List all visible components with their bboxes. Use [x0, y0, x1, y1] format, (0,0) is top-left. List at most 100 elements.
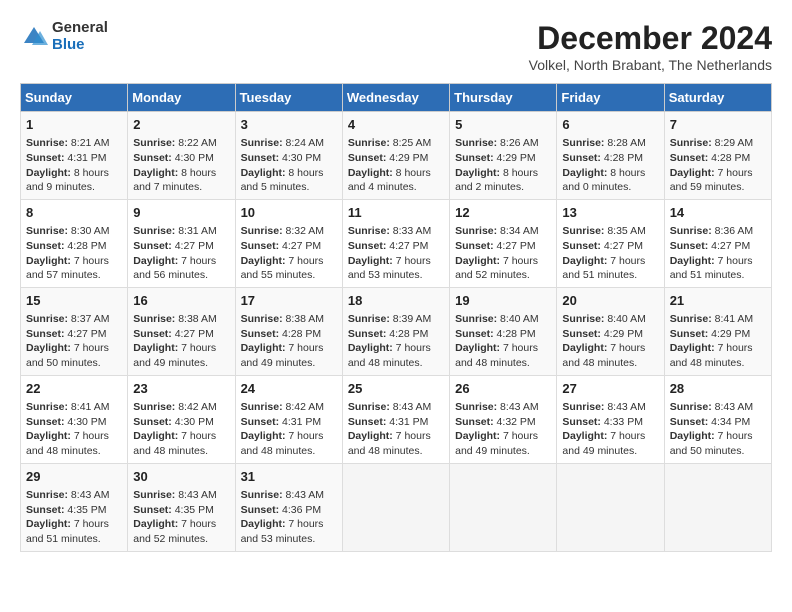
day-info: Sunrise: 8:26 AMSunset: 4:29 PMDaylight:… — [455, 136, 551, 195]
col-header-sunday: Sunday — [21, 84, 128, 112]
week-row-4: 22 Sunrise: 8:41 AMSunset: 4:30 PMDayligh… — [21, 375, 772, 463]
day-cell: 6 Sunrise: 8:28 AMSunset: 4:28 PMDaylight… — [557, 112, 664, 200]
day-info: Sunrise: 8:42 AMSunset: 4:30 PMDaylight:… — [133, 400, 229, 459]
day-number: 31 — [241, 468, 337, 486]
day-number: 9 — [133, 204, 229, 222]
day-cell — [450, 463, 557, 551]
calendar-table: SundayMondayTuesdayWednesdayThursdayFrid… — [20, 83, 772, 552]
day-info: Sunrise: 8:43 AMSunset: 4:33 PMDaylight:… — [562, 400, 658, 459]
page-header: General Blue December 2024 Volkel, North… — [20, 20, 772, 73]
day-number: 30 — [133, 468, 229, 486]
day-number: 6 — [562, 116, 658, 134]
day-cell: 8 Sunrise: 8:30 AMSunset: 4:28 PMDaylight… — [21, 199, 128, 287]
day-info: Sunrise: 8:30 AMSunset: 4:28 PMDaylight:… — [26, 224, 122, 283]
week-row-5: 29 Sunrise: 8:43 AMSunset: 4:35 PMDayligh… — [21, 463, 772, 551]
day-cell: 1 Sunrise: 8:21 AMSunset: 4:31 PMDaylight… — [21, 112, 128, 200]
day-number: 14 — [670, 204, 766, 222]
day-cell: 21 Sunrise: 8:41 AMSunset: 4:29 PMDayligh… — [664, 287, 771, 375]
day-cell: 26 Sunrise: 8:43 AMSunset: 4:32 PMDayligh… — [450, 375, 557, 463]
day-cell: 7 Sunrise: 8:29 AMSunset: 4:28 PMDaylight… — [664, 112, 771, 200]
day-number: 1 — [26, 116, 122, 134]
day-cell: 22 Sunrise: 8:41 AMSunset: 4:30 PMDayligh… — [21, 375, 128, 463]
day-number: 20 — [562, 292, 658, 310]
day-cell: 17 Sunrise: 8:38 AMSunset: 4:28 PMDayligh… — [235, 287, 342, 375]
day-info: Sunrise: 8:34 AMSunset: 4:27 PMDaylight:… — [455, 224, 551, 283]
day-info: Sunrise: 8:42 AMSunset: 4:31 PMDaylight:… — [241, 400, 337, 459]
day-info: Sunrise: 8:43 AMSunset: 4:35 PMDaylight:… — [26, 488, 122, 547]
day-info: Sunrise: 8:22 AMSunset: 4:30 PMDaylight:… — [133, 136, 229, 195]
day-number: 29 — [26, 468, 122, 486]
day-cell: 29 Sunrise: 8:43 AMSunset: 4:35 PMDayligh… — [21, 463, 128, 551]
day-info: Sunrise: 8:39 AMSunset: 4:28 PMDaylight:… — [348, 312, 444, 371]
col-header-saturday: Saturday — [664, 84, 771, 112]
day-info: Sunrise: 8:38 AMSunset: 4:28 PMDaylight:… — [241, 312, 337, 371]
day-info: Sunrise: 8:31 AMSunset: 4:27 PMDaylight:… — [133, 224, 229, 283]
day-info: Sunrise: 8:25 AMSunset: 4:29 PMDaylight:… — [348, 136, 444, 195]
day-number: 21 — [670, 292, 766, 310]
day-number: 26 — [455, 380, 551, 398]
logo: General Blue — [20, 20, 108, 53]
day-info: Sunrise: 8:40 AMSunset: 4:28 PMDaylight:… — [455, 312, 551, 371]
day-info: Sunrise: 8:33 AMSunset: 4:27 PMDaylight:… — [348, 224, 444, 283]
day-number: 4 — [348, 116, 444, 134]
logo-text: General Blue — [52, 20, 108, 53]
day-cell: 18 Sunrise: 8:39 AMSunset: 4:28 PMDayligh… — [342, 287, 449, 375]
day-number: 2 — [133, 116, 229, 134]
day-number: 15 — [26, 292, 122, 310]
day-cell: 24 Sunrise: 8:42 AMSunset: 4:31 PMDayligh… — [235, 375, 342, 463]
day-number: 19 — [455, 292, 551, 310]
day-number: 23 — [133, 380, 229, 398]
day-cell: 20Sunrise: 8:40 AMSunset: 4:29 PMDayligh… — [557, 287, 664, 375]
day-info: Sunrise: 8:43 AMSunset: 4:35 PMDaylight:… — [133, 488, 229, 547]
day-info: Sunrise: 8:21 AMSunset: 4:31 PMDaylight:… — [26, 136, 122, 195]
day-info: Sunrise: 8:41 AMSunset: 4:30 PMDaylight:… — [26, 400, 122, 459]
day-cell — [557, 463, 664, 551]
logo-icon — [20, 23, 48, 51]
day-number: 11 — [348, 204, 444, 222]
day-number: 7 — [670, 116, 766, 134]
day-cell: 4 Sunrise: 8:25 AMSunset: 4:29 PMDaylight… — [342, 112, 449, 200]
col-header-friday: Friday — [557, 84, 664, 112]
day-cell: 27Sunrise: 8:43 AMSunset: 4:33 PMDayligh… — [557, 375, 664, 463]
day-cell: 5 Sunrise: 8:26 AMSunset: 4:29 PMDaylight… — [450, 112, 557, 200]
day-cell: 10 Sunrise: 8:32 AMSunset: 4:27 PMDayligh… — [235, 199, 342, 287]
day-cell: 15 Sunrise: 8:37 AMSunset: 4:27 PMDayligh… — [21, 287, 128, 375]
day-info: Sunrise: 8:36 AMSunset: 4:27 PMDaylight:… — [670, 224, 766, 283]
col-header-thursday: Thursday — [450, 84, 557, 112]
day-cell: 2 Sunrise: 8:22 AMSunset: 4:30 PMDaylight… — [128, 112, 235, 200]
day-info: Sunrise: 8:38 AMSunset: 4:27 PMDaylight:… — [133, 312, 229, 371]
day-info: Sunrise: 8:43 AMSunset: 4:32 PMDaylight:… — [455, 400, 551, 459]
col-header-wednesday: Wednesday — [342, 84, 449, 112]
day-cell: 19 Sunrise: 8:40 AMSunset: 4:28 PMDayligh… — [450, 287, 557, 375]
day-cell: 25Sunrise: 8:43 AMSunset: 4:31 PMDayligh… — [342, 375, 449, 463]
day-number: 8 — [26, 204, 122, 222]
day-info: Sunrise: 8:29 AMSunset: 4:28 PMDaylight:… — [670, 136, 766, 195]
day-info: Sunrise: 8:41 AMSunset: 4:29 PMDaylight:… — [670, 312, 766, 371]
day-cell: 16Sunrise: 8:38 AMSunset: 4:27 PMDayligh… — [128, 287, 235, 375]
day-info: Sunrise: 8:43 AMSunset: 4:36 PMDaylight:… — [241, 488, 337, 547]
day-number: 22 — [26, 380, 122, 398]
day-info: Sunrise: 8:32 AMSunset: 4:27 PMDaylight:… — [241, 224, 337, 283]
day-info: Sunrise: 8:37 AMSunset: 4:27 PMDaylight:… — [26, 312, 122, 371]
day-number: 28 — [670, 380, 766, 398]
day-number: 17 — [241, 292, 337, 310]
day-number: 10 — [241, 204, 337, 222]
week-row-1: 1 Sunrise: 8:21 AMSunset: 4:31 PMDaylight… — [21, 112, 772, 200]
location: Volkel, North Brabant, The Netherlands — [529, 57, 772, 73]
day-cell: 30 Sunrise: 8:43 AMSunset: 4:35 PMDayligh… — [128, 463, 235, 551]
col-header-tuesday: Tuesday — [235, 84, 342, 112]
day-info: Sunrise: 8:43 AMSunset: 4:34 PMDaylight:… — [670, 400, 766, 459]
title-block: December 2024 Volkel, North Brabant, The… — [529, 20, 772, 73]
day-number: 18 — [348, 292, 444, 310]
day-cell: 12Sunrise: 8:34 AMSunset: 4:27 PMDayligh… — [450, 199, 557, 287]
day-number: 5 — [455, 116, 551, 134]
day-cell: 23 Sunrise: 8:42 AMSunset: 4:30 PMDayligh… — [128, 375, 235, 463]
day-cell: 9 Sunrise: 8:31 AMSunset: 4:27 PMDaylight… — [128, 199, 235, 287]
day-cell — [342, 463, 449, 551]
col-header-monday: Monday — [128, 84, 235, 112]
day-number: 24 — [241, 380, 337, 398]
day-cell: 28 Sunrise: 8:43 AMSunset: 4:34 PMDayligh… — [664, 375, 771, 463]
day-info: Sunrise: 8:24 AMSunset: 4:30 PMDaylight:… — [241, 136, 337, 195]
day-info: Sunrise: 8:28 AMSunset: 4:28 PMDaylight:… — [562, 136, 658, 195]
day-cell: 3Sunrise: 8:24 AMSunset: 4:30 PMDaylight… — [235, 112, 342, 200]
